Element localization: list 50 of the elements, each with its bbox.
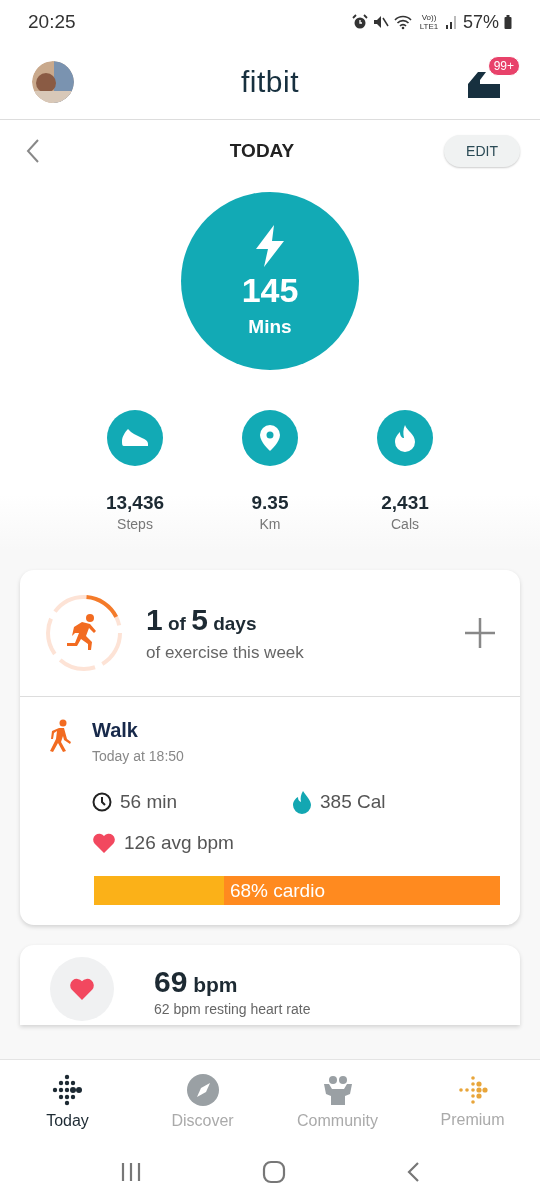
back-icon[interactable]: [406, 1161, 420, 1183]
network-label: Vo)) LTE1: [418, 13, 440, 31]
dots-icon: [50, 1074, 85, 1106]
exercise-subtitle: of exercise this week: [146, 643, 305, 663]
clock: 20:25: [28, 11, 76, 33]
stat-unit: Km: [259, 516, 281, 532]
zone-value: 145: [241, 270, 299, 310]
flame-icon: [292, 790, 312, 814]
page-title: TODAY: [229, 140, 295, 162]
battery-icon: [504, 14, 512, 30]
back-icon[interactable]: [26, 138, 40, 164]
heart-rate: 69 bpm: [154, 965, 239, 999]
app-logo: fitbit: [241, 64, 299, 99]
mute-icon: [372, 14, 389, 30]
cardio-label: 68% cardio: [229, 879, 325, 902]
resting-heart-rate: 62 bpm resting heart rate: [154, 1001, 311, 1017]
add-icon[interactable]: [464, 617, 496, 649]
wifi-icon: [393, 14, 412, 30]
activity-time: Today at 18:50: [92, 748, 184, 764]
calories: 385 Cal: [320, 791, 386, 813]
stat-value: 9.35: [251, 492, 289, 514]
activity-name: Walk: [92, 719, 139, 742]
zone-unit: Mins: [248, 315, 292, 338]
stat-unit: Cals: [391, 516, 419, 532]
notification-badge: 99+: [487, 55, 520, 76]
stat-unit: Steps: [117, 516, 153, 532]
exercise-days: 1 of 5 days: [146, 603, 442, 637]
stat-value: 13,436: [105, 492, 165, 514]
flame-icon[interactable]: [377, 410, 433, 466]
alarm-icon: [351, 14, 368, 30]
heart-icon: [92, 832, 116, 854]
heart-rate-card[interactable]: 69 bpm 62 bpm resting heart rate: [20, 945, 520, 1025]
people-icon: [321, 1074, 354, 1106]
duration: 56 min: [120, 791, 178, 813]
heart-icon: [68, 977, 96, 1001]
clock-icon: [92, 792, 112, 812]
battery-level: 57%: [462, 11, 499, 33]
exercise-card[interactable]: 1 of 5 days of exercise this week Walk Today at 18:50 56 min 385 Cal 126 avg bpm 68% cardio: [20, 570, 520, 925]
compass-icon: [186, 1074, 219, 1106]
dots-icon: [457, 1075, 488, 1105]
avatar[interactable]: [32, 60, 74, 103]
home-icon[interactable]: [262, 1160, 286, 1184]
recent-apps-icon[interactable]: [120, 1162, 142, 1182]
average-heart-rate: 126 avg bpm: [124, 832, 234, 854]
shoe-icon[interactable]: [107, 410, 163, 466]
signal-icon: [445, 14, 458, 30]
stat-value: 2,431: [381, 492, 429, 514]
location-pin-icon[interactable]: [242, 410, 298, 466]
edit-button[interactable]: EDIT: [444, 135, 520, 167]
nav-tab[interactable]: Today: [12, 1073, 123, 1131]
